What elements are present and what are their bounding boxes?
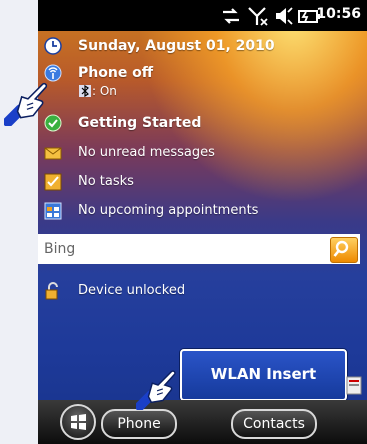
- wlan-insert-label: WLAN Insert: [210, 365, 317, 383]
- bluetooth-icon: [79, 85, 91, 97]
- calendar-icon: [44, 202, 62, 220]
- bluetooth-status: : On: [92, 84, 117, 98]
- search-input[interactable]: [40, 236, 334, 262]
- messages-label: No unread messages: [78, 145, 215, 160]
- clock[interactable]: 10:56: [316, 6, 361, 22]
- tasks-item[interactable]: No tasks: [38, 171, 367, 193]
- getting-started-item[interactable]: Getting Started: [38, 113, 367, 135]
- phone-status-item[interactable]: Phone off : On: [38, 63, 367, 103]
- wlan-insert-button[interactable]: WLAN Insert: [180, 349, 347, 401]
- status-bar: 10:56: [38, 0, 367, 31]
- appointments-label: No upcoming appointments: [78, 203, 259, 218]
- getting-started-label: Getting Started: [78, 115, 202, 131]
- phone-status-label: Phone off: [78, 65, 154, 81]
- search-bar: [38, 234, 360, 264]
- device-lock-label: Device unlocked: [78, 283, 186, 298]
- tasks-icon: [44, 173, 62, 191]
- softkey-bar: Phone Contacts: [38, 400, 367, 444]
- pointing-hand-icon: [136, 370, 176, 410]
- pointing-hand-icon: [4, 82, 48, 126]
- messages-item[interactable]: No unread messages: [38, 142, 367, 164]
- envelope-icon: [44, 147, 62, 160]
- padlock-icon: [45, 282, 58, 300]
- phone-softkey[interactable]: Phone: [101, 409, 177, 439]
- volume-icon[interactable]: [274, 6, 294, 26]
- date-item[interactable]: Sunday, August 01, 2010: [38, 36, 367, 58]
- antenna-off-icon[interactable]: [247, 6, 269, 26]
- sync-icon[interactable]: [220, 6, 242, 26]
- tasks-label: No tasks: [78, 174, 134, 189]
- notification-icon[interactable]: [346, 374, 364, 396]
- device-lock-item[interactable]: Device unlocked: [38, 280, 367, 302]
- clock-icon: [44, 37, 62, 55]
- date-label: Sunday, August 01, 2010: [78, 38, 275, 54]
- appointments-item[interactable]: No upcoming appointments: [38, 200, 367, 222]
- today-screen: 10:56 Sunday, August 01, 2010 Phone off …: [38, 0, 367, 444]
- start-button[interactable]: [60, 404, 96, 440]
- windows-logo-icon: [71, 414, 86, 430]
- search-button[interactable]: [330, 237, 358, 263]
- contacts-softkey[interactable]: Contacts: [231, 409, 317, 439]
- search-icon: [333, 240, 349, 257]
